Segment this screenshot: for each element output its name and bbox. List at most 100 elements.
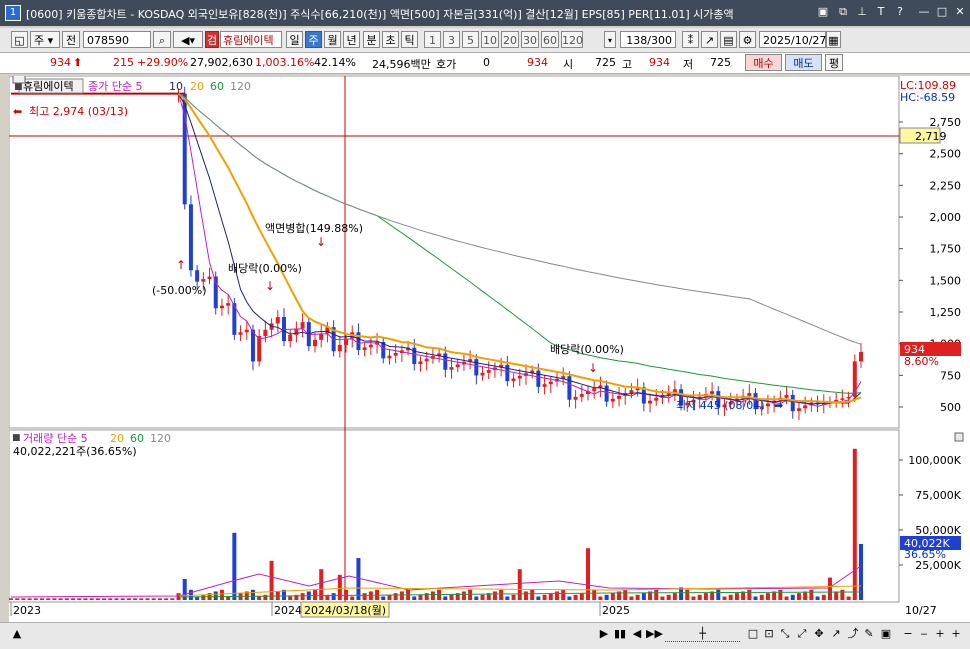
font-icon[interactable]: T — [874, 5, 888, 19]
price-tick-label: 500 — [940, 401, 961, 414]
date-field[interactable]: 2025/10/27 — [759, 31, 826, 48]
interval-30[interactable]: 30 — [521, 31, 539, 48]
sound-icon[interactable]: ◀▾ — [173, 31, 203, 48]
candle — [765, 403, 770, 407]
volume-bar — [728, 594, 733, 600]
search-icon[interactable]: ⌕ — [153, 31, 171, 48]
volume-bar — [691, 596, 696, 600]
restore-icon[interactable]: □ — [935, 5, 949, 19]
interval-1[interactable]: 1 — [424, 31, 441, 48]
interval-dropdown[interactable]: ▾ — [604, 31, 616, 48]
screenshot-icon[interactable]: ▣ — [816, 5, 830, 19]
volume-bar — [641, 593, 646, 600]
candle — [201, 279, 206, 282]
legend-stock-name: 휴림에이텍 — [23, 80, 74, 93]
dividend-note-1: 배당락(0.00%) — [228, 262, 302, 275]
scroll-up-icon[interactable]: ▲ — [10, 627, 24, 641]
save-icon[interactable]: ▤ — [720, 31, 737, 48]
dividend-arrow-icon-2: ↓ — [588, 361, 598, 375]
tool-icon[interactable]: ↗ — [701, 31, 718, 48]
interval-5[interactable]: 5 — [462, 31, 479, 48]
volume-bar — [586, 548, 591, 600]
prev-button[interactable]: 전 — [62, 31, 80, 48]
period-tick[interactable]: 틱 — [401, 31, 418, 48]
volume-bar — [170, 598, 175, 600]
expand-icon[interactable]: ⤢ — [795, 627, 809, 641]
volume-bar — [157, 598, 162, 600]
pan-icon[interactable]: ↗ — [829, 627, 843, 641]
copy-window-icon[interactable]: ⧉ — [836, 5, 850, 19]
interval-60[interactable]: 60 — [541, 31, 559, 48]
interval-10[interactable]: 10 — [481, 31, 499, 48]
eval-button[interactable]: 평 — [825, 54, 843, 71]
volume-bar — [567, 596, 572, 600]
volume-bar — [827, 577, 832, 600]
volume-bar — [536, 596, 541, 600]
draw-icon[interactable]: ✎ — [862, 627, 876, 641]
zoom-in-icon[interactable]: + — [933, 627, 947, 641]
chart-area[interactable]: 2,7502,5002,2502,0001,7501,5001,2501,000… — [8, 70, 970, 622]
shrink-icon[interactable]: ⤡ — [778, 627, 792, 641]
zoom-out-icon[interactable]: − — [901, 627, 915, 641]
pin-icon[interactable]: ⊥ — [855, 5, 869, 19]
close-icon[interactable]: ✕ — [953, 5, 967, 19]
price-tick-label: 1,250 — [930, 306, 962, 319]
pause-icon[interactable]: ▮▮ — [613, 627, 627, 641]
volume-bar — [362, 593, 367, 600]
candle — [362, 347, 367, 350]
volume-bar — [58, 598, 63, 600]
period-month[interactable]: 월 — [324, 31, 341, 48]
low-arrow-icon: ➡ — [774, 399, 783, 412]
interval-20[interactable]: 20 — [501, 31, 519, 48]
volume-bar — [592, 589, 597, 600]
volume-bar — [263, 594, 268, 600]
calendar-icon[interactable]: ▦ — [826, 31, 841, 48]
scroll-right-icon[interactable]: ▶ — [597, 627, 611, 641]
buy-button[interactable]: 매수 — [745, 54, 782, 71]
period-minute[interactable]: 분 — [363, 31, 380, 48]
stock-code-input[interactable]: 078590 — [83, 31, 151, 48]
trend-icon[interactable]: ⤴ — [846, 627, 860, 641]
layout-icon[interactable]: ◱ — [11, 31, 28, 48]
period-week[interactable]: 주 — [305, 31, 322, 48]
add-icon[interactable]: + — [949, 627, 963, 641]
capture-icon[interactable]: ⊡ — [762, 627, 776, 641]
select-icon[interactable]: ✥ — [812, 627, 826, 641]
zoom-box-icon[interactable]: □ — [746, 627, 760, 641]
volume-bar — [815, 596, 820, 600]
help-icon[interactable]: ? — [893, 5, 907, 19]
chart-grid-icon[interactable] — [12, 70, 26, 84]
reference-value: 2,719 — [915, 130, 947, 143]
stock-name-field[interactable]: 휴림에이텍 — [220, 31, 282, 48]
interval-3[interactable]: 3 — [443, 31, 460, 48]
settings-gear-icon[interactable]: ⚙ — [739, 31, 756, 48]
period-day[interactable]: 일 — [286, 31, 303, 48]
window-number[interactable]: 1 — [5, 5, 21, 21]
volume-bar — [114, 598, 119, 600]
first-icon[interactable]: ◀ — [630, 627, 644, 641]
candle — [368, 344, 373, 348]
minimize-icon[interactable]: — — [917, 5, 931, 19]
period-second[interactable]: 초 — [382, 31, 399, 48]
volume-bar — [598, 596, 603, 600]
period-year[interactable]: 년 — [343, 31, 360, 48]
indicator-icon[interactable]: ⁑ — [682, 31, 699, 48]
candle — [834, 399, 839, 402]
volume-bar — [443, 596, 448, 600]
volume-bar — [499, 589, 504, 600]
sell-button[interactable]: 매도 — [785, 54, 822, 71]
volume-panel-close-icon[interactable] — [954, 432, 964, 442]
minus-icon[interactable]: ‒ — [917, 627, 931, 641]
candle — [443, 353, 448, 370]
zoom-slider[interactable]: ┼ — [665, 627, 740, 642]
window-icon[interactable]: ▣ — [879, 627, 893, 641]
interval-120[interactable]: 120 — [561, 31, 583, 48]
ma120-legend: 120 — [230, 80, 251, 93]
period-select[interactable]: 주 ▾ — [30, 31, 60, 48]
candle-count-field[interactable]: 138/300 — [620, 31, 676, 48]
candle — [629, 390, 634, 394]
ma10-legend: 10 — [169, 80, 183, 93]
volume-bar — [381, 596, 386, 600]
volume-bar — [784, 596, 789, 600]
last-icon[interactable]: ▶▶ — [646, 627, 663, 641]
